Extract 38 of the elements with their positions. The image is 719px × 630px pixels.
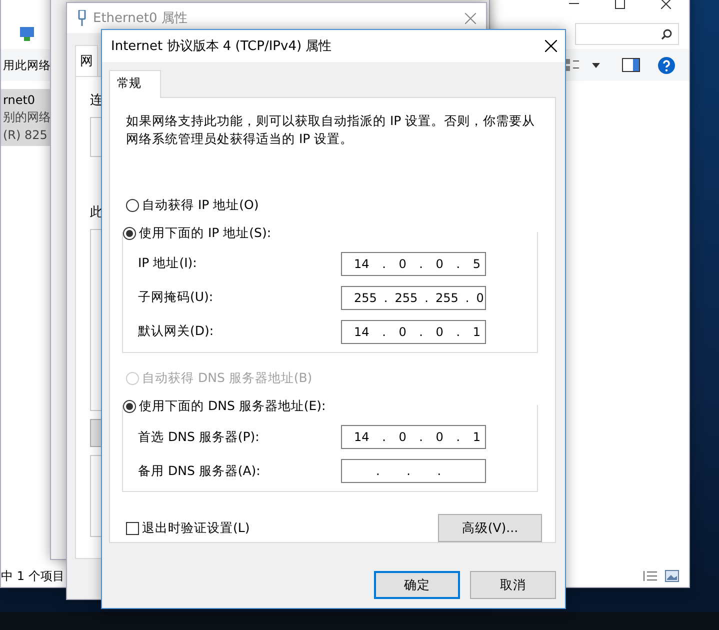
radio-button[interactable]: 使用下面的 DNS 服务器地址(E): [123,398,537,415]
window-title: Ethernet0 属性 [93,10,188,27]
adapter-text: 别的网络 [3,109,51,126]
validate-checkbox[interactable]: 退出时验证设置(L) [126,520,250,536]
ip-address-field[interactable]: . . . [341,459,486,483]
adapter-text: rnet0 [3,93,36,107]
preview-pane-icon[interactable] [622,58,640,72]
caret-icon[interactable] [592,62,600,68]
radio-button[interactable]: 使用下面的 IP 地址(S): [123,224,537,242]
advanced-button[interactable]: 高级(V)... [438,514,542,542]
tab[interactable]: 常规 [109,70,161,98]
search-field[interactable] [575,23,679,45]
help-icon[interactable] [658,56,675,74]
ip-address-field[interactable]: 14 . 0 . 0 . 1 [341,320,486,344]
radio-button[interactable]: 自动获得 IP 地址(O) [126,197,261,214]
dialog-title: Internet 协议版本 4 (TCP/IPv4) 属性 [111,38,333,55]
search-icon [661,28,672,40]
field-label: IP 地址(I): [138,255,198,272]
tab[interactable]: 网 [75,45,98,76]
ip-address-field[interactable]: 14 . 0 . 0 . 1 [341,425,486,449]
ip-address-field[interactable]: 14 . 0 . 0 . 5 [341,252,486,276]
tiles-view-icon[interactable] [665,570,679,582]
network-icon [19,26,35,42]
ip-address-field[interactable]: 255 . 255 . 255 . 0 [341,286,486,310]
adapter-text: (R) 825 [3,128,48,142]
field-label: 默认网关(D): [138,323,215,340]
close-icon[interactable] [545,40,557,52]
network-adapter-item[interactable]: rnet0 别的网络 (R) 825 [1,89,51,146]
description-text: 如果网络支持此功能，则可以获取自动指派的 IP 设置。否则，你需要从网络系统管理员处获得适当的 IP 设置。 [126,112,536,148]
dialog-button[interactable]: 确定 [374,571,460,599]
plug-icon [77,10,87,26]
details-view-icon[interactable] [643,570,657,582]
field-label: 子网掩码(U): [138,289,214,306]
status-text: 中 1 个项目 [1,568,64,584]
field-label: 备用 DNS 服务器(A): [138,462,262,480]
disable-device-command[interactable]: 用此网络 [1,58,51,72]
field-label: 首选 DNS 服务器(P): [138,428,260,446]
dialog-button[interactable]: 取消 [470,571,556,599]
